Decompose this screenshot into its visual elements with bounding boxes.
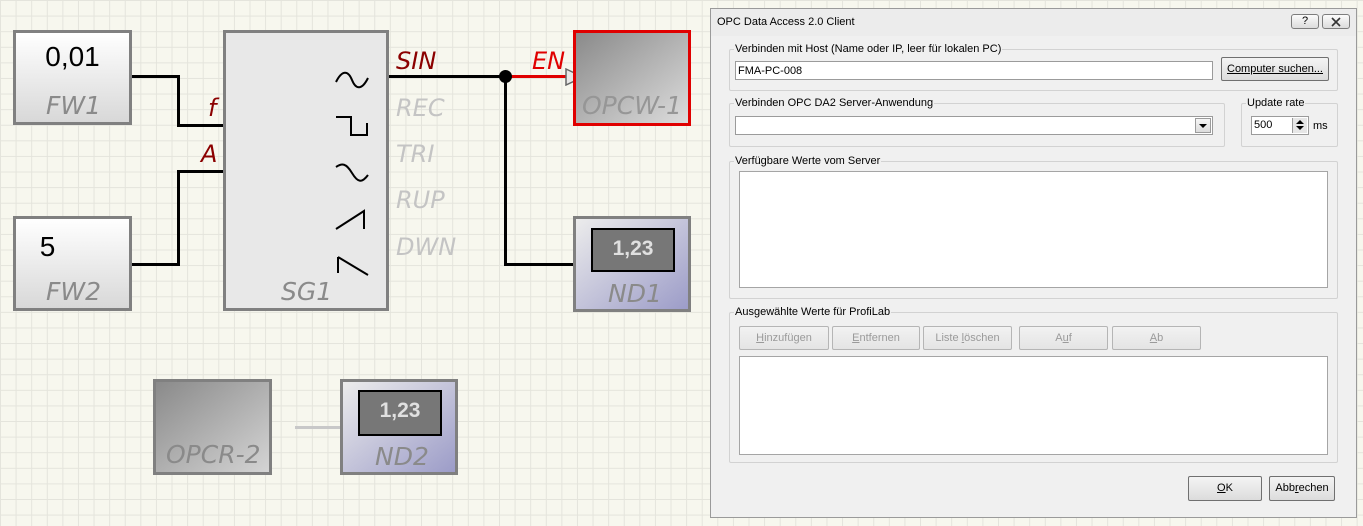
fw1-label: FW1	[46, 91, 102, 120]
dialog-titlebar[interactable]: OPC Data Access 2.0 Client ?	[711, 9, 1356, 36]
opcw1-input-en: EN	[532, 47, 566, 75]
wire-enable	[506, 75, 568, 78]
host-input[interactable]	[735, 61, 1213, 80]
clear-list-button[interactable]: Liste löschen	[923, 326, 1012, 350]
sg1-output-rec: REC	[396, 94, 445, 122]
nd1-display: 1,23	[591, 228, 675, 272]
help-button[interactable]: ?	[1291, 14, 1319, 29]
sg1-input-a: A	[201, 140, 218, 168]
sg1-output-rup: RUP	[396, 186, 445, 214]
opcw1-label: OPCW-1	[582, 91, 682, 120]
nd1-block[interactable]: 1,23 ND1	[573, 216, 691, 312]
available-values-list[interactable]	[739, 171, 1328, 288]
chevron-down-icon	[1199, 124, 1207, 128]
wire-opcr2-nd2	[295, 426, 343, 429]
close-button[interactable]	[1322, 14, 1350, 29]
wire-fw1-f	[177, 124, 225, 127]
close-icon	[1331, 17, 1341, 27]
ramp-down-icon	[337, 256, 369, 276]
opcr2-label: OPCR-2	[166, 440, 261, 469]
selected-values-legend: Ausgewählte Werte für ProfiLab	[735, 306, 891, 318]
opcr2-block[interactable]: OPCR-2	[153, 379, 272, 475]
server-select[interactable]	[735, 116, 1213, 135]
sg1-output-dwn: DWN	[396, 233, 457, 261]
square-wave-icon	[336, 116, 368, 136]
nd1-label: ND1	[608, 279, 662, 308]
update-rate-unit: ms	[1313, 120, 1328, 132]
update-rate-legend: Update rate	[1247, 97, 1305, 109]
fw1-value: 0,01	[45, 41, 100, 72]
triangle-wave-icon	[335, 163, 369, 182]
fw2-label: FW2	[46, 277, 102, 306]
spinner-up-icon[interactable]	[1293, 118, 1307, 125]
wire-fw2-a	[132, 263, 180, 266]
up-button[interactable]: Auf	[1019, 326, 1108, 350]
remove-button[interactable]: Entfernen	[832, 326, 920, 350]
computer-search-label: Computer suchen...	[1227, 63, 1323, 75]
nd2-label: ND2	[375, 442, 429, 471]
add-button[interactable]: Hinzufügen	[739, 326, 829, 350]
wire-junction	[499, 70, 512, 83]
update-rate-value: 500	[1254, 119, 1273, 131]
sine-wave-icon	[335, 71, 369, 89]
wire-fw1-f	[177, 75, 180, 127]
dialog-title: OPC Data Access 2.0 Client	[717, 16, 855, 28]
ok-button[interactable]: OK	[1188, 476, 1262, 501]
wire-sin-out	[388, 75, 506, 78]
wire-fw1-f	[132, 75, 180, 78]
selected-values-list[interactable]	[739, 356, 1328, 455]
fw1-block[interactable]: 0,01 FW1	[13, 30, 132, 125]
sg1-input-f: f	[208, 94, 217, 122]
spinner-down-icon[interactable]	[1293, 125, 1307, 132]
wire-fw2-a	[177, 170, 180, 266]
spinner-buttons[interactable]	[1292, 118, 1307, 133]
wire-sin-nd1	[504, 263, 576, 266]
sg1-block[interactable]: SG1	[223, 30, 389, 311]
nd2-display: 1,23	[358, 390, 442, 436]
cancel-button[interactable]: Abbrechen	[1269, 476, 1335, 501]
nd2-block[interactable]: 1,23 ND2	[340, 379, 458, 475]
sg1-label: SG1	[281, 277, 333, 306]
server-select-dropdown-button[interactable]	[1195, 118, 1211, 133]
server-group-legend: Verbinden OPC DA2 Server-Anwendung	[735, 97, 934, 109]
computer-search-button[interactable]: Computer suchen...	[1221, 57, 1329, 81]
ramp-up-icon	[335, 209, 365, 230]
down-button[interactable]: Ab	[1112, 326, 1201, 350]
wire-fw2-a	[177, 170, 225, 173]
update-rate-spinner[interactable]: 500	[1251, 116, 1309, 135]
opc-client-dialog: OPC Data Access 2.0 Client ? Verbinden m…	[710, 8, 1357, 518]
fw2-block[interactable]: 5 FW2	[13, 216, 132, 311]
opcw1-block[interactable]: OPCW-1	[573, 30, 691, 126]
sg1-output-sin: SIN	[396, 47, 437, 75]
fw2-value: 5	[39, 231, 56, 262]
wire-sin-nd1	[504, 76, 507, 266]
available-values-legend: Verfügbare Werte vom Server	[735, 155, 881, 167]
host-group-legend: Verbinden mit Host (Name oder IP, leer f…	[735, 43, 1002, 55]
sg1-output-tri: TRI	[396, 140, 435, 168]
